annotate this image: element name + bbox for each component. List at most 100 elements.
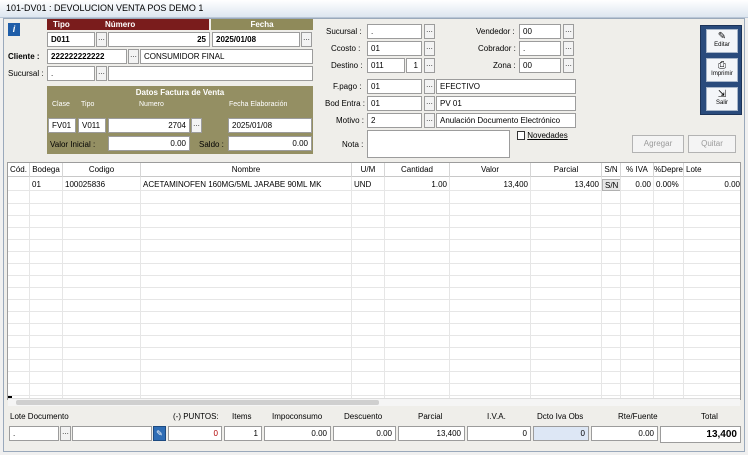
- vendedor-lookup-button[interactable]: ...: [563, 24, 574, 39]
- empty-row[interactable]: [8, 348, 740, 360]
- sucursal-label: Sucursal :: [326, 27, 362, 36]
- ccosto-lookup-button[interactable]: ...: [424, 41, 435, 56]
- col-parcial[interactable]: Parcial: [531, 163, 602, 177]
- col-depre[interactable]: %Depre: [654, 163, 684, 177]
- cliente-sucursal-field[interactable]: .: [47, 66, 95, 81]
- cliente-lookup-button[interactable]: ...: [128, 49, 139, 64]
- editar-button[interactable]: ✎ Editar: [706, 29, 738, 53]
- empty-row[interactable]: [8, 204, 740, 216]
- tipo-lookup-button[interactable]: ...: [96, 32, 107, 47]
- bod-entra-field[interactable]: 01: [367, 96, 422, 111]
- col-iva[interactable]: % IVA: [621, 163, 654, 177]
- cobrador-lookup-button[interactable]: ...: [563, 41, 574, 56]
- zona-field[interactable]: 00: [519, 58, 561, 73]
- empty-row[interactable]: [8, 216, 740, 228]
- quitar-button[interactable]: Quitar: [688, 135, 736, 153]
- impoconsumo-field: 0.00: [264, 426, 331, 441]
- cell-cod: [8, 179, 30, 191]
- novedades-button[interactable]: Novedades: [517, 131, 575, 145]
- destino-number-field[interactable]: 1: [406, 58, 422, 73]
- nota-field[interactable]: [367, 130, 510, 158]
- motivo-lookup-button[interactable]: ...: [424, 113, 435, 128]
- empty-row[interactable]: [8, 240, 740, 252]
- agregar-button[interactable]: Agregar: [632, 135, 684, 153]
- cliente-sucursal-desc-field[interactable]: [108, 66, 313, 81]
- col-codigo[interactable]: Codigo: [63, 163, 141, 177]
- fecha-picker-button[interactable]: ...: [301, 32, 312, 47]
- column-line: [384, 177, 385, 399]
- column-line: [62, 177, 63, 399]
- items-label: Items: [232, 412, 252, 421]
- cliente-sucursal-lookup-button[interactable]: ...: [96, 66, 107, 81]
- saldo-field[interactable]: 0.00: [228, 136, 312, 151]
- col-bodega[interactable]: Bodega: [30, 163, 63, 177]
- doc-header: Tipo Número: [47, 19, 209, 30]
- empty-row[interactable]: [8, 384, 740, 396]
- destino-label: Destino :: [331, 61, 363, 70]
- fecha-field[interactable]: 2025/01/08: [212, 32, 300, 47]
- destino-lookup-button[interactable]: ...: [424, 58, 435, 73]
- fpago-field[interactable]: 01: [367, 79, 422, 94]
- empty-row[interactable]: [8, 324, 740, 336]
- col-nombre[interactable]: Nombre: [141, 163, 352, 177]
- empty-row[interactable]: [8, 252, 740, 264]
- fpago-lookup-button[interactable]: ...: [424, 79, 435, 94]
- info-icon[interactable]: i: [8, 23, 20, 36]
- puntos-label: (-) PUNTOS:: [173, 412, 219, 421]
- lote-field[interactable]: .: [9, 426, 59, 441]
- imprimir-button[interactable]: ⎙ Imprimir: [706, 58, 738, 82]
- scrollbar-thumb[interactable]: [16, 400, 379, 405]
- column-line: [601, 177, 602, 399]
- salir-button[interactable]: ⇲ Salir: [706, 87, 738, 111]
- cobrador-field[interactable]: .: [519, 41, 561, 56]
- factura-fecha-field[interactable]: 2025/01/08: [228, 118, 312, 133]
- empty-row[interactable]: [8, 312, 740, 324]
- factura-lookup-button[interactable]: ...: [191, 118, 202, 133]
- horizontal-scrollbar[interactable]: [8, 398, 740, 406]
- zona-lookup-button[interactable]: ...: [563, 58, 574, 73]
- empty-row[interactable]: [8, 300, 740, 312]
- tipo-field[interactable]: D011: [47, 32, 95, 47]
- bod-entra-desc-field[interactable]: PV 01: [436, 96, 576, 111]
- cell-sn[interactable]: S/N: [602, 179, 621, 191]
- destino-field[interactable]: 011: [367, 58, 405, 73]
- fpago-desc-field[interactable]: EFECTIVO: [436, 79, 576, 94]
- col-um[interactable]: U/M: [352, 163, 385, 177]
- valor-inicial-field[interactable]: 0.00: [108, 136, 190, 151]
- table-row[interactable]: 01 100025836 ACETAMINOFEN 160MG/5ML JARA…: [8, 179, 740, 191]
- cell-valor: 13,400: [450, 179, 531, 191]
- cell-um: UND: [352, 179, 385, 191]
- motivo-field[interactable]: 2: [367, 113, 422, 128]
- puntos-field: 0: [168, 426, 222, 441]
- bod-entra-lookup-button[interactable]: ...: [424, 96, 435, 111]
- cliente-nombre-field[interactable]: CONSUMIDOR FINAL: [140, 49, 313, 64]
- motivo-desc-field[interactable]: Anulación Documento Electrónico: [436, 113, 576, 128]
- factura-numero-field[interactable]: 2704: [108, 118, 190, 133]
- dcto-iva-label: Dcto Iva Obs: [537, 412, 584, 421]
- empty-row[interactable]: [8, 264, 740, 276]
- sucursal-lookup-button[interactable]: ...: [424, 24, 435, 39]
- col-cantidad[interactable]: Cantidad: [385, 163, 450, 177]
- ccosto-field[interactable]: 01: [367, 41, 422, 56]
- factura-tipo-field[interactable]: V011: [78, 118, 106, 133]
- col-sn[interactable]: S/N: [602, 163, 621, 177]
- fecha-header: Fecha: [211, 19, 313, 30]
- empty-row[interactable]: [8, 288, 740, 300]
- pencil-icon[interactable]: ✎: [153, 426, 166, 441]
- sucursal-field[interactable]: .: [367, 24, 422, 39]
- col-valor[interactable]: Valor: [450, 163, 531, 177]
- empty-row[interactable]: [8, 336, 740, 348]
- cliente-nit-field[interactable]: 222222222222: [47, 49, 127, 64]
- vendedor-field[interactable]: 00: [519, 24, 561, 39]
- empty-row[interactable]: [8, 360, 740, 372]
- lote-lookup-button[interactable]: ...: [60, 426, 71, 441]
- numero-field[interactable]: 25: [108, 32, 210, 47]
- empty-row[interactable]: [8, 192, 740, 204]
- lote-desc-field[interactable]: [72, 426, 152, 441]
- col-lote[interactable]: Lote: [684, 163, 740, 177]
- empty-row[interactable]: [8, 228, 740, 240]
- factura-clase-field[interactable]: FV01: [48, 118, 76, 133]
- empty-row[interactable]: [8, 276, 740, 288]
- col-cod[interactable]: Cód.: [8, 163, 30, 177]
- empty-row[interactable]: [8, 372, 740, 384]
